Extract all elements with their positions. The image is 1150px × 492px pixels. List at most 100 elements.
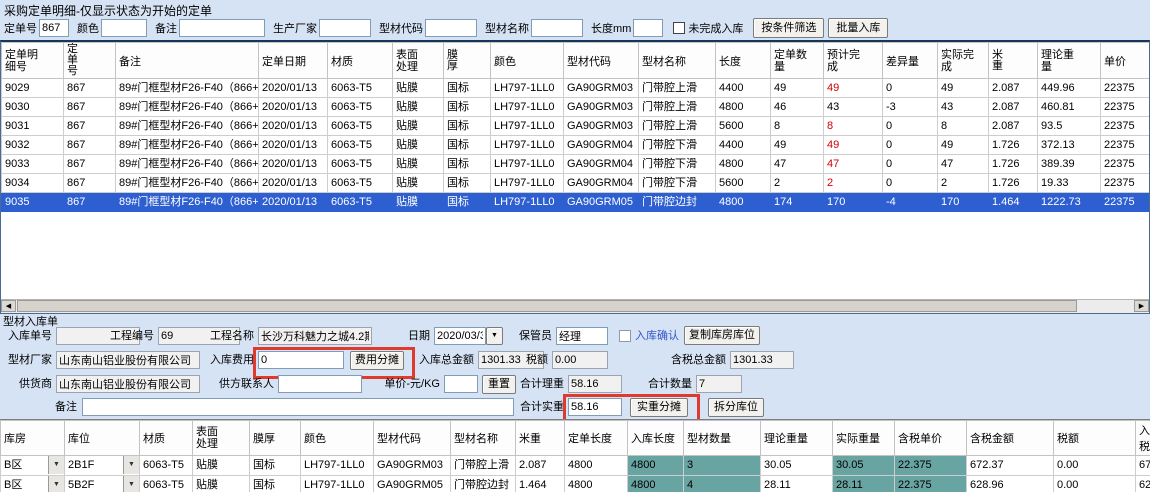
table-row[interactable]: 902986789#门框型材F26-F40（866+867）2020/01/13… — [2, 79, 1150, 98]
cell[interactable]: 5B2F▼ — [65, 476, 140, 492]
cell[interactable]: 2B1F▼ — [65, 456, 140, 476]
cell[interactable]: 9035 — [2, 193, 64, 212]
cell[interactable]: 国标 — [444, 98, 491, 117]
column-header[interactable]: 定单日期 — [259, 43, 328, 79]
unfinished-checkbox[interactable] — [673, 22, 685, 34]
reset-button[interactable]: 重置 — [482, 375, 516, 394]
cell[interactable]: 2020/01/13 — [259, 136, 328, 155]
cell[interactable]: 2.087 — [516, 456, 565, 476]
cell[interactable]: 4800 — [628, 476, 684, 492]
column-header[interactable]: 差异量 — [883, 43, 938, 79]
cell[interactable]: 2.087 — [989, 98, 1038, 117]
cell[interactable]: 372.13 — [1038, 136, 1101, 155]
cell[interactable]: 22.375 — [895, 476, 967, 492]
cell[interactable]: 8 — [824, 117, 883, 136]
column-header[interactable]: 定单号 — [64, 43, 116, 79]
cell[interactable]: 贴膜 — [193, 476, 250, 492]
cell[interactable]: 0 — [883, 174, 938, 193]
column-header[interactable]: 入库长度 — [628, 421, 684, 456]
cell[interactable]: 4800 — [716, 155, 771, 174]
tax-input[interactable] — [552, 351, 608, 369]
unit-price-input[interactable] — [444, 375, 478, 393]
date-input[interactable] — [434, 327, 486, 345]
column-header[interactable]: 入库金额(不含税) — [1136, 421, 1150, 456]
cell[interactable]: 9030 — [2, 98, 64, 117]
cell[interactable]: 2.087 — [989, 117, 1038, 136]
cell[interactable]: 89#门框型材F26-F40（866+867） — [116, 155, 259, 174]
cell[interactable]: 389.39 — [1038, 155, 1101, 174]
cell[interactable]: 89#门框型材F26-F40（866+867） — [116, 98, 259, 117]
cell[interactable]: LH797-1LL0 — [491, 155, 564, 174]
cell[interactable]: 国标 — [444, 79, 491, 98]
cell[interactable]: 47 — [824, 155, 883, 174]
cell[interactable]: 6063-T5 — [328, 98, 393, 117]
cell[interactable]: 9032 — [2, 136, 64, 155]
cell[interactable]: 22375 — [1101, 98, 1150, 117]
order-no-input[interactable] — [39, 19, 69, 37]
table-row[interactable]: B区▼5B2F▼6063-T5贴膜国标LH797-1LL0GA90GRM05门带… — [1, 476, 1150, 492]
column-header[interactable]: 税额 — [1054, 421, 1136, 456]
dropdown-arrow-icon[interactable]: ▼ — [48, 456, 64, 474]
cell[interactable]: 国标 — [444, 193, 491, 212]
profile-name-input[interactable] — [531, 19, 583, 37]
cell[interactable]: 22375 — [1101, 79, 1150, 98]
keeper-input[interactable] — [556, 327, 608, 345]
form-remark-input[interactable] — [82, 398, 514, 416]
cell[interactable]: 6063-T5 — [328, 79, 393, 98]
column-header[interactable]: 材质 — [140, 421, 193, 456]
column-header[interactable]: 理论重量 — [1038, 43, 1101, 79]
cell[interactable]: 0 — [883, 117, 938, 136]
cell[interactable]: 867 — [64, 193, 116, 212]
cell[interactable]: 4800 — [716, 193, 771, 212]
cell[interactable]: GA90GRM03 — [564, 117, 639, 136]
column-header[interactable]: 型材数量 — [684, 421, 761, 456]
column-header[interactable]: 米重 — [989, 43, 1038, 79]
cell[interactable]: 43 — [938, 98, 989, 117]
cell[interactable]: GA90GRM03 — [564, 98, 639, 117]
cell[interactable]: 89#门框型材F26-F40（866+867） — [116, 193, 259, 212]
cell[interactable]: 867 — [64, 79, 116, 98]
cell[interactable]: 国标 — [250, 476, 301, 492]
cell[interactable]: 0 — [883, 155, 938, 174]
cell[interactable]: 1.726 — [989, 155, 1038, 174]
cell[interactable]: 49 — [824, 136, 883, 155]
factory-input[interactable] — [56, 351, 200, 369]
cell[interactable]: 49 — [938, 79, 989, 98]
table-row[interactable]: B区▼2B1F▼6063-T5贴膜国标LH797-1LL0GA90GRM03门带… — [1, 456, 1150, 476]
cell[interactable]: 国标 — [444, 136, 491, 155]
cell[interactable]: 1.464 — [516, 476, 565, 492]
cell[interactable]: 49 — [771, 79, 824, 98]
column-header[interactable]: 库位 — [65, 421, 140, 456]
cell[interactable]: 867 — [64, 174, 116, 193]
cell[interactable]: 4800 — [565, 476, 628, 492]
cell[interactable]: 门带腔上滑 — [639, 79, 716, 98]
cell[interactable]: 449.96 — [1038, 79, 1101, 98]
cell[interactable]: 19.33 — [1038, 174, 1101, 193]
cell[interactable]: 89#门框型材F26-F40（866+867） — [116, 117, 259, 136]
cell[interactable]: 49 — [938, 136, 989, 155]
cell[interactable]: 9033 — [2, 155, 64, 174]
column-header[interactable]: 含税单价 — [895, 421, 967, 456]
split-location-button[interactable]: 拆分库位 — [708, 398, 764, 417]
column-header[interactable]: 表面处理 — [393, 43, 444, 79]
cell[interactable]: 22375 — [1101, 174, 1150, 193]
color-input[interactable] — [101, 19, 147, 37]
cell[interactable]: 0.00 — [1054, 456, 1136, 476]
cell[interactable]: 4800 — [565, 456, 628, 476]
cell[interactable]: GA90GRM05 — [564, 193, 639, 212]
scrollbar-thumb[interactable] — [17, 300, 1077, 312]
cell[interactable]: 3 — [684, 456, 761, 476]
cell[interactable]: 1222.73 — [1038, 193, 1101, 212]
cell[interactable]: 2 — [824, 174, 883, 193]
cell[interactable]: 628.96 — [1136, 476, 1150, 492]
cell[interactable]: 170 — [938, 193, 989, 212]
cell[interactable]: 贴膜 — [393, 136, 444, 155]
fee-share-button[interactable]: 费用分摊 — [350, 351, 404, 370]
cell[interactable]: 22.375 — [895, 456, 967, 476]
cell[interactable]: 22375 — [1101, 136, 1150, 155]
cell[interactable]: 贴膜 — [393, 174, 444, 193]
cell[interactable]: 门带腔边封 — [639, 193, 716, 212]
cell[interactable]: 贴膜 — [393, 117, 444, 136]
cell[interactable]: 门带腔下滑 — [639, 174, 716, 193]
cell[interactable]: 2020/01/13 — [259, 193, 328, 212]
